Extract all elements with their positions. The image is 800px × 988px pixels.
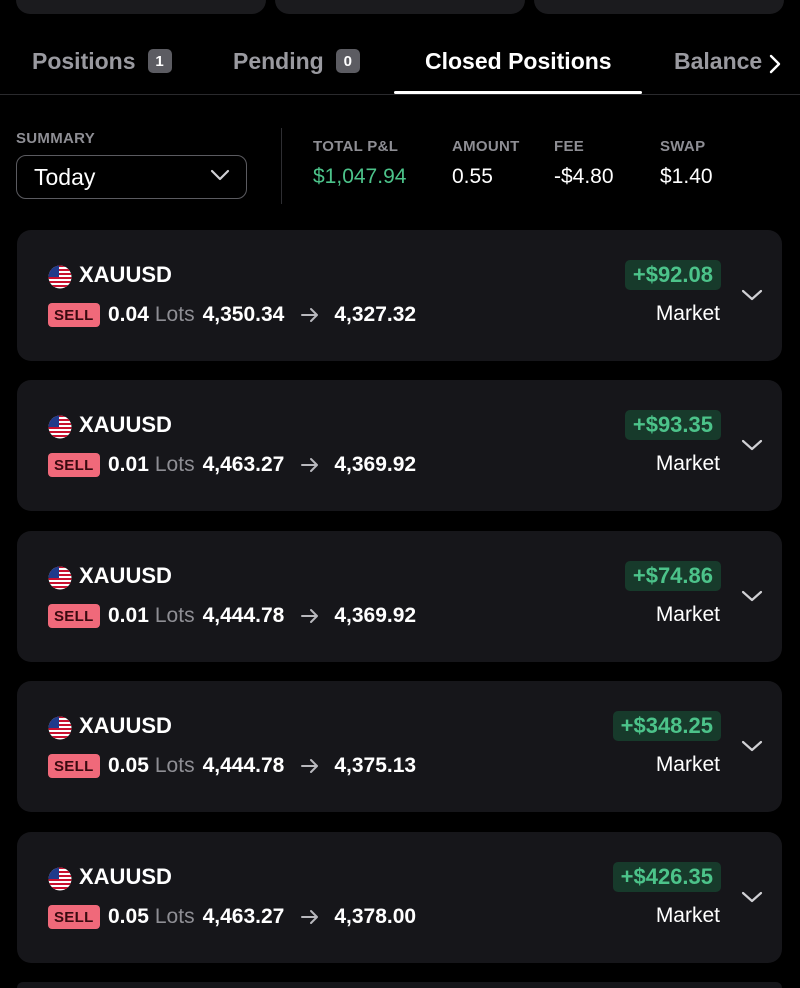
summary-divider bbox=[281, 128, 282, 204]
count-badge: 0 bbox=[335, 49, 360, 73]
lots-label: Lots bbox=[154, 604, 195, 627]
close-price: 4,378.00 bbox=[334, 905, 417, 928]
order-type: Market bbox=[655, 904, 720, 927]
lots-value: 0.05 bbox=[108, 754, 149, 777]
tab-label: Closed Positions bbox=[425, 47, 612, 74]
amount-label: AMOUNT bbox=[452, 138, 520, 155]
chevron-right-icon[interactable] bbox=[764, 50, 786, 78]
tab-pending[interactable]: Pending 0 bbox=[233, 46, 360, 76]
swap-value: $1.40 bbox=[660, 165, 713, 188]
trade-details: 0.01 Lots 4,444.78 4,369.92 bbox=[108, 603, 416, 629]
close-price: 4,369.92 bbox=[334, 604, 417, 627]
pnl-badge: +$93.35 bbox=[624, 410, 721, 440]
position-card-partial[interactable] bbox=[17, 982, 782, 988]
period-select[interactable]: Today bbox=[16, 155, 247, 199]
trade-details: 0.05 Lots 4,444.78 4,375.13 bbox=[108, 753, 416, 779]
position-card[interactable]: XAUUSD SELL 0.05 Lots 4,444.78 4,375.13 … bbox=[17, 681, 782, 812]
chevron-down-icon[interactable] bbox=[741, 586, 763, 606]
pnl-badge: +$348.25 bbox=[612, 711, 721, 741]
lots-label: Lots bbox=[154, 303, 195, 326]
chevron-down-icon[interactable] bbox=[741, 887, 763, 907]
us-flag-icon bbox=[48, 716, 72, 740]
pnl-badge: +$92.08 bbox=[624, 260, 721, 290]
summary-label: SUMMARY bbox=[16, 130, 96, 147]
pnl-badge: +$74.86 bbox=[624, 561, 721, 591]
close-price: 4,375.13 bbox=[334, 754, 417, 777]
position-card[interactable]: XAUUSD SELL 0.01 Lots 4,444.78 4,369.92 … bbox=[17, 531, 782, 662]
side-badge: SELL bbox=[48, 453, 100, 477]
tab-balance[interactable]: Balance bbox=[674, 46, 762, 76]
open-price: 4,463.27 bbox=[202, 905, 285, 928]
order-type: Market bbox=[655, 603, 720, 626]
arrow-right-icon bbox=[298, 453, 322, 477]
symbol: XAUUSD bbox=[79, 563, 172, 588]
arrow-right-icon bbox=[298, 604, 322, 628]
chevron-down-icon[interactable] bbox=[741, 285, 763, 305]
top-card[interactable] bbox=[275, 0, 525, 14]
order-type: Market bbox=[655, 452, 720, 475]
position-card[interactable]: XAUUSD SELL 0.05 Lots 4,463.27 4,378.00 … bbox=[17, 832, 782, 963]
symbol: XAUUSD bbox=[79, 713, 172, 738]
side-badge: SELL bbox=[48, 754, 100, 778]
open-price: 4,444.78 bbox=[202, 604, 285, 627]
pnl-badge: +$426.35 bbox=[612, 862, 721, 892]
order-type: Market bbox=[655, 753, 720, 776]
top-card[interactable] bbox=[16, 0, 266, 14]
tab-label: Positions bbox=[32, 47, 136, 74]
active-tab-indicator bbox=[394, 91, 642, 94]
lots-label: Lots bbox=[154, 453, 195, 476]
us-flag-icon bbox=[48, 415, 72, 439]
fee-value: -$4.80 bbox=[554, 165, 614, 188]
trade-details: 0.05 Lots 4,463.27 4,378.00 bbox=[108, 904, 416, 930]
chevron-down-icon bbox=[210, 168, 230, 186]
top-card[interactable] bbox=[534, 0, 784, 14]
tab-label: Balance bbox=[674, 47, 763, 74]
side-badge: SELL bbox=[48, 303, 100, 327]
swap-label: SWAP bbox=[660, 138, 706, 155]
side-badge: SELL bbox=[48, 604, 100, 628]
tab-bar: Positions 1 Pending 0 Closed Positions B… bbox=[0, 34, 800, 95]
total-pnl-value: $1,047.94 bbox=[313, 165, 407, 188]
arrow-right-icon bbox=[298, 905, 322, 929]
close-price: 4,369.92 bbox=[334, 453, 417, 476]
top-card-strip bbox=[0, 0, 800, 14]
arrow-right-icon bbox=[298, 303, 322, 327]
us-flag-icon bbox=[48, 566, 72, 590]
lots-value: 0.01 bbox=[108, 604, 149, 627]
symbol: XAUUSD bbox=[79, 412, 172, 437]
lots-value: 0.04 bbox=[108, 303, 149, 326]
order-type: Market bbox=[655, 302, 720, 325]
tab-label: Pending bbox=[233, 47, 324, 74]
position-card[interactable]: XAUUSD SELL 0.04 Lots 4,350.34 4,327.32 … bbox=[17, 230, 782, 361]
symbol: XAUUSD bbox=[79, 864, 172, 889]
tab-closed-positions[interactable]: Closed Positions bbox=[425, 46, 612, 76]
open-price: 4,350.34 bbox=[202, 303, 285, 326]
count-badge: 1 bbox=[147, 49, 172, 73]
amount-value: 0.55 bbox=[452, 165, 493, 188]
us-flag-icon bbox=[48, 265, 72, 289]
lots-label: Lots bbox=[154, 905, 195, 928]
trade-details: 0.04 Lots 4,350.34 4,327.32 bbox=[108, 302, 416, 328]
tab-positions[interactable]: Positions 1 bbox=[32, 46, 172, 76]
lots-value: 0.05 bbox=[108, 905, 149, 928]
open-price: 4,463.27 bbox=[202, 453, 285, 476]
symbol: XAUUSD bbox=[79, 262, 172, 287]
trade-details: 0.01 Lots 4,463.27 4,369.92 bbox=[108, 452, 416, 478]
us-flag-icon bbox=[48, 867, 72, 891]
fee-label: FEE bbox=[554, 138, 585, 155]
arrow-right-icon bbox=[298, 754, 322, 778]
lots-label: Lots bbox=[154, 754, 195, 777]
position-card[interactable]: XAUUSD SELL 0.01 Lots 4,463.27 4,369.92 … bbox=[17, 380, 782, 511]
side-badge: SELL bbox=[48, 905, 100, 929]
chevron-down-icon[interactable] bbox=[741, 736, 763, 756]
total-pnl-label: TOTAL P&L bbox=[313, 138, 399, 155]
close-price: 4,327.32 bbox=[334, 303, 417, 326]
period-value: Today bbox=[34, 163, 96, 190]
lots-value: 0.01 bbox=[108, 453, 149, 476]
chevron-down-icon[interactable] bbox=[741, 435, 763, 455]
open-price: 4,444.78 bbox=[202, 754, 285, 777]
